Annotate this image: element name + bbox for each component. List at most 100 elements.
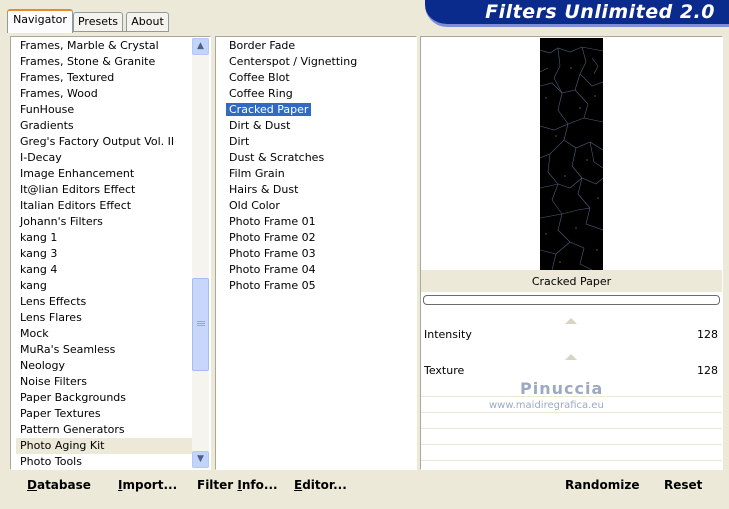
filter-item-label: Dust & Scratches <box>229 151 325 164</box>
param-name: Intensity <box>424 328 472 341</box>
filter-item[interactable]: Old Color <box>225 198 410 214</box>
watermark-name: Pinuccia <box>520 379 604 398</box>
import-button[interactable]: Import... <box>118 478 177 492</box>
category-item[interactable]: It@lian Editors Effect <box>16 182 198 198</box>
category-scrollbar[interactable]: ▲ ▼ <box>192 38 209 468</box>
category-item[interactable]: Photo Aging Kit <box>16 438 198 454</box>
filter-item[interactable]: Hairs & Dust <box>225 182 410 198</box>
filter-item-label: Coffee Blot <box>229 71 290 84</box>
category-item[interactable]: FunHouse <box>16 102 198 118</box>
filter-item[interactable]: Photo Frame 01 <box>225 214 410 230</box>
filter-item[interactable]: Coffee Ring <box>225 86 410 102</box>
tab-navigator[interactable]: Navigator <box>7 9 73 33</box>
filter-item[interactable]: Photo Frame 04 <box>225 262 410 278</box>
category-item[interactable]: Noise Filters <box>16 374 198 390</box>
filter-item-label: Cracked Paper <box>226 103 312 116</box>
slider-marker-icon <box>565 318 577 324</box>
filter-item[interactable]: Photo Frame 05 <box>225 278 410 294</box>
thumb-grip <box>197 325 205 326</box>
category-item[interactable]: Paper Backgrounds <box>16 390 198 406</box>
thumb-grip <box>197 321 205 322</box>
category-item[interactable]: kang 1 <box>16 230 198 246</box>
reset-button[interactable]: Reset <box>664 478 702 492</box>
filter-item[interactable]: Photo Frame 03 <box>225 246 410 262</box>
progress-bar <box>423 295 720 305</box>
category-item[interactable]: Frames, Wood <box>16 86 198 102</box>
filter-item-label: Dirt <box>229 135 250 148</box>
category-item[interactable]: Lens Flares <box>16 310 198 326</box>
database-button[interactable]: Database <box>27 478 91 492</box>
filter-item[interactable]: Border Fade <box>225 38 410 54</box>
category-item[interactable]: MuRa's Seamless <box>16 342 198 358</box>
filter-item[interactable]: Dirt & Dust <box>225 118 410 134</box>
category-item[interactable]: Gradients <box>16 118 198 134</box>
empty-param-row <box>421 430 722 445</box>
param-value: 128 <box>697 328 718 341</box>
filter-item-label: Old Color <box>229 199 280 212</box>
empty-param-row <box>421 446 722 461</box>
scrollbar-thumb[interactable] <box>192 278 209 371</box>
filter-item-label: Border Fade <box>229 39 296 52</box>
category-item[interactable]: kang <box>16 278 198 294</box>
filter-item[interactable]: Photo Frame 02 <box>225 230 410 246</box>
category-list-panel[interactable]: Frames, Marble & Crystal Frames, Stone & … <box>10 36 211 470</box>
category-item[interactable]: Frames, Stone & Granite <box>16 54 198 70</box>
filter-item[interactable]: Coffee Blot <box>225 70 410 86</box>
chevron-up-icon: ▲ <box>197 41 204 51</box>
filter-item-label: Centerspot / Vignetting <box>229 55 358 68</box>
filter-info-button[interactable]: Filter Info... <box>197 478 278 492</box>
cracked-paper-texture <box>540 38 603 270</box>
category-item[interactable]: Paper Textures <box>16 406 198 422</box>
title-banner: Filters Unlimited 2.0 <box>425 0 729 27</box>
category-item[interactable]: kang 4 <box>16 262 198 278</box>
filter-preview-image <box>540 38 603 270</box>
filter-item-label: Dirt & Dust <box>229 119 291 132</box>
filter-item-label: Coffee Ring <box>229 87 293 100</box>
filter-list-panel[interactable]: Border Fade Centerspot / Vignetting Coffee… <box>215 36 417 470</box>
category-item[interactable]: Pattern Generators <box>16 422 198 438</box>
preview-label: Cracked Paper <box>421 270 722 292</box>
editor-button[interactable]: Editor... <box>294 478 347 492</box>
filter-item[interactable]: Dirt <box>225 134 410 150</box>
filter-item-label: Photo Frame 05 <box>229 279 316 292</box>
filter-list[interactable]: Border Fade Centerspot / Vignetting Coffee… <box>225 38 410 294</box>
category-item[interactable]: Johann's Filters <box>16 214 198 230</box>
filter-item-label: Photo Frame 03 <box>229 247 316 260</box>
filter-item-label: Photo Frame 01 <box>229 215 316 228</box>
slider-marker-icon <box>565 354 577 360</box>
scroll-down-button[interactable]: ▼ <box>192 451 209 468</box>
category-item[interactable]: I-Decay <box>16 150 198 166</box>
filter-item[interactable]: Film Grain <box>225 166 410 182</box>
category-item[interactable]: Mock <box>16 326 198 342</box>
category-item[interactable]: kang 3 <box>16 246 198 262</box>
tab-about[interactable]: About <box>126 12 169 31</box>
randomize-button[interactable]: Randomize <box>565 478 639 492</box>
filter-item-label: Film Grain <box>229 167 285 180</box>
filter-item-label: Photo Frame 04 <box>229 263 316 276</box>
left-button-bar: Database Import... Filter Info... Editor… <box>10 470 417 502</box>
category-list[interactable]: Frames, Marble & Crystal Frames, Stone & … <box>16 38 198 470</box>
category-item[interactable]: Lens Effects <box>16 294 198 310</box>
chevron-down-icon: ▼ <box>197 454 204 464</box>
param-value: 128 <box>697 364 718 377</box>
category-item[interactable]: Photo Tools <box>16 454 198 470</box>
param-name: Texture <box>424 364 465 377</box>
scroll-up-button[interactable]: ▲ <box>192 38 209 55</box>
app-title: Filters Unlimited 2.0 <box>485 1 715 23</box>
filter-item-label: Hairs & Dust <box>229 183 299 196</box>
category-item[interactable]: Greg's Factory Output Vol. II <box>16 134 198 150</box>
filter-item-label: Photo Frame 02 <box>229 231 316 244</box>
right-button-bar: Randomize Reset <box>421 470 723 502</box>
watermark-url: www.maidiregrafica.eu <box>489 400 604 411</box>
category-item[interactable]: Frames, Textured <box>16 70 198 86</box>
param-intensity[interactable]: Intensity 128 <box>421 318 722 346</box>
category-item[interactable]: Frames, Marble & Crystal <box>16 38 198 54</box>
category-item[interactable]: Neology <box>16 358 198 374</box>
filter-item[interactable]: Centerspot / Vignetting <box>225 54 410 70</box>
filter-item[interactable]: Cracked Paper <box>225 102 410 118</box>
thumb-grip <box>197 323 205 324</box>
tab-presets[interactable]: Presets <box>73 12 123 31</box>
category-item[interactable]: Italian Editors Effect <box>16 198 198 214</box>
category-item[interactable]: Image Enhancement <box>16 166 198 182</box>
filter-item[interactable]: Dust & Scratches <box>225 150 410 166</box>
